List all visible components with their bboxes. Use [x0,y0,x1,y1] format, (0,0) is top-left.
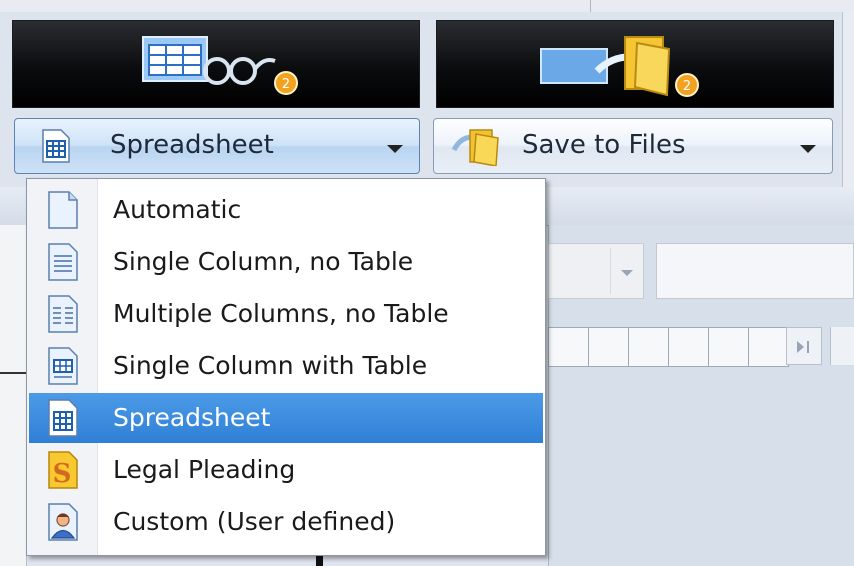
save-to-folder-icon: 2 [540,36,699,97]
ribbon: 2 2 Spreadsheet Save to Files [0,12,854,187]
menu-item-label: Single Column, no Table [113,247,414,276]
save-dropdown-label: Save to Files [522,130,686,160]
blank-document-icon [48,191,78,229]
workflow-convert-button[interactable]: 2 [12,20,420,108]
combo-separator [610,248,611,294]
grid-cell[interactable] [749,327,789,367]
workflow-1-badge: 2 [282,77,290,92]
legal-pleading-icon: S [48,451,78,489]
end-bar-icon [807,341,809,353]
top-divider [590,0,591,12]
prev-page-button[interactable] [830,327,854,365]
menu-item-label: Spreadsheet [113,403,271,432]
grid-cell[interactable] [669,327,709,367]
single-column-document-icon [48,243,78,281]
menu-item-label: Single Column with Table [113,351,428,380]
size-combo[interactable] [656,243,854,299]
play-right-icon [797,341,804,353]
multi-column-document-icon [48,295,78,333]
grid-cell[interactable] [709,327,749,367]
spreadsheet-icon [42,129,70,163]
spreadsheet-glasses-icon: 2 [142,36,298,95]
page-thumbnail-strip[interactable] [0,225,27,566]
menu-item-multiple-columns[interactable]: Multiple Columns, no Table [29,289,543,339]
table-document-icon [48,347,78,385]
menu-item-label: Legal Pleading [113,455,296,484]
layout-dropdown-label: Spreadsheet [110,130,274,160]
svg-text:S: S [53,459,72,489]
menu-item-custom[interactable]: Custom (User defined) [29,497,543,547]
menu-item-label: Automatic [113,195,242,224]
font-combo[interactable] [548,243,644,299]
menu-item-label: Custom (User defined) [113,507,396,536]
spreadsheet-icon [48,399,78,437]
menu-item-single-column-table[interactable]: Single Column with Table [29,341,543,391]
menu-item-spreadsheet[interactable]: Spreadsheet [29,393,543,443]
next-page-button[interactable] [786,327,822,365]
menu-item-label: Multiple Columns, no Table [113,299,449,328]
layout-menu: Automatic Single Column, no Table Multip… [26,178,546,556]
thumbnail-divider [0,372,26,374]
menu-item-single-column[interactable]: Single Column, no Table [29,237,543,287]
menu-item-automatic[interactable]: Automatic [29,185,543,235]
folder-icon [451,129,499,166]
column-grid [548,327,789,367]
workflow-save-button[interactable]: 2 [436,20,834,108]
menu-item-legal-pleading[interactable]: S Legal Pleading [29,445,543,495]
workflow-2-badge: 2 [683,79,691,94]
custom-user-icon [48,503,78,541]
grid-cell[interactable] [629,327,669,367]
ribbon-right-edge [842,12,854,187]
grid-cell[interactable] [589,327,629,367]
grid-cell[interactable] [548,327,589,367]
layout-dropdown[interactable]: Spreadsheet [14,118,420,174]
chevron-down-icon [621,270,633,276]
save-dropdown[interactable]: Save to Files [433,118,833,174]
chevron-down-icon [800,145,816,153]
chevron-down-icon [387,145,403,153]
